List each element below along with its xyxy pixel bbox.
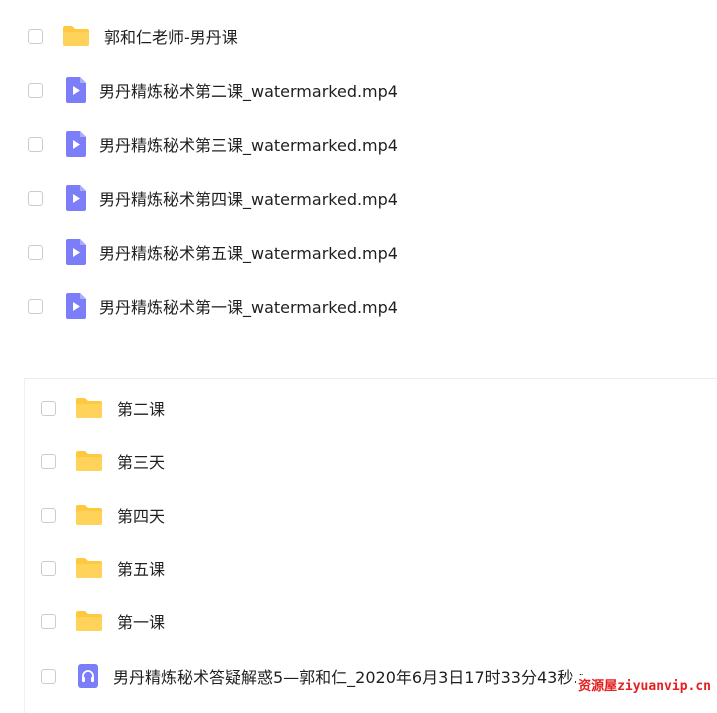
folder-icon: [74, 450, 104, 472]
file-name: 男丹精炼秘术第三课_watermarked.mp4: [99, 136, 398, 155]
list-item[interactable]: 男丹精炼秘术第三课_watermarked.mp4: [28, 124, 398, 164]
row-checkbox[interactable]: [28, 136, 43, 152]
file-list-bottom: 第二课 第三天 第四天 第五课 第一课 男丹精炼秘术答疑解惑5—郭和仁_2020…: [24, 378, 717, 713]
video-file-icon: [64, 238, 88, 266]
video-file-icon: [64, 76, 88, 104]
folder-icon: [74, 557, 104, 579]
row-checkbox[interactable]: [28, 82, 43, 98]
video-file-icon: [64, 130, 88, 158]
list-item[interactable]: 第一课: [41, 601, 165, 641]
row-checkbox[interactable]: [41, 453, 56, 469]
row-checkbox[interactable]: [41, 668, 56, 684]
row-checkbox[interactable]: [28, 28, 43, 44]
file-name: 郭和仁老师-男丹课: [104, 28, 238, 47]
row-checkbox[interactable]: [41, 613, 56, 629]
file-name: 男丹精炼秘术第五课_watermarked.mp4: [99, 244, 398, 263]
list-item[interactable]: 男丹精炼秘术第四课_watermarked.mp4: [28, 178, 398, 218]
list-item[interactable]: 第四天: [41, 495, 165, 535]
row-checkbox[interactable]: [28, 298, 43, 314]
file-name: 男丹精炼秘术第二课_watermarked.mp4: [99, 82, 398, 101]
folder-icon: [61, 25, 91, 47]
video-file-icon: [64, 184, 88, 212]
row-checkbox[interactable]: [41, 400, 56, 416]
video-file-icon: [64, 292, 88, 320]
folder-name: 第五课: [117, 560, 166, 579]
list-item[interactable]: 男丹精炼秘术第五课_watermarked.mp4: [28, 232, 398, 272]
list-item[interactable]: 男丹精炼秘术答疑解惑5—郭和仁_2020年6月3日17时33分43秒.mp: [41, 656, 583, 696]
row-checkbox[interactable]: [41, 560, 56, 576]
file-name: 男丹精炼秘术第四课_watermarked.mp4: [99, 190, 398, 209]
list-item[interactable]: 第三天: [41, 441, 165, 481]
row-checkbox[interactable]: [28, 190, 43, 206]
list-item[interactable]: 第二课: [41, 388, 165, 428]
folder-name: 第三天: [117, 453, 166, 472]
folder-name: 第一课: [117, 613, 166, 632]
row-checkbox[interactable]: [41, 507, 56, 523]
folder-name: 第二课: [117, 400, 166, 419]
list-item[interactable]: 男丹精炼秘术第二课_watermarked.mp4: [28, 70, 398, 110]
folder-icon: [74, 397, 104, 419]
audio-file-icon: [75, 663, 101, 689]
folder-name: 第四天: [117, 507, 166, 526]
row-checkbox[interactable]: [28, 244, 43, 260]
list-item[interactable]: 第五课: [41, 548, 165, 588]
file-list-top: 郭和仁老师-男丹课 男丹精炼秘术第二课_watermarked.mp4 男丹精炼…: [0, 0, 717, 340]
folder-icon: [74, 504, 104, 526]
folder-icon: [74, 610, 104, 632]
list-item[interactable]: 郭和仁老师-男丹课: [28, 16, 238, 56]
file-name: 男丹精炼秘术第一课_watermarked.mp4: [99, 298, 398, 317]
list-item[interactable]: 男丹精炼秘术第一课_watermarked.mp4: [28, 286, 398, 326]
file-name: 男丹精炼秘术答疑解惑5—郭和仁_2020年6月3日17时33分43秒.mp: [113, 668, 583, 687]
watermark: 资源屋ziyuanvip.cn: [576, 675, 711, 694]
